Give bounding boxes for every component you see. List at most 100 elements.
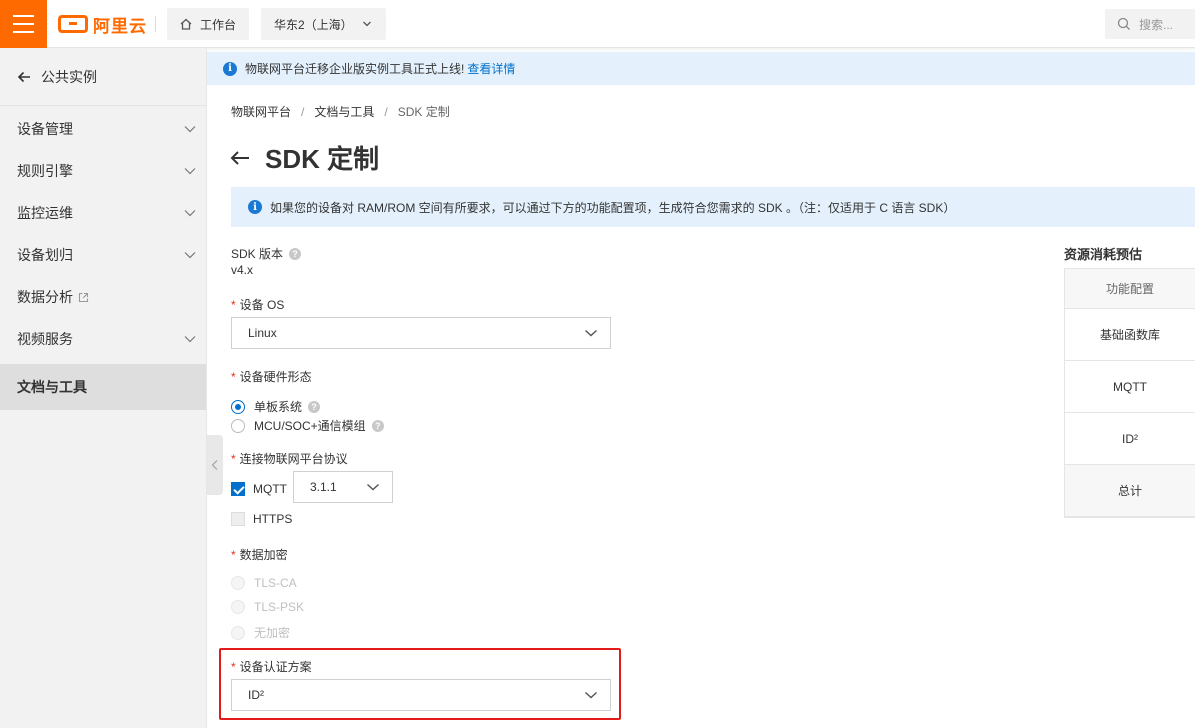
sidebar-item-label: 文档与工具 (17, 379, 87, 395)
radio-label: 单板系统 (254, 400, 303, 414)
checkbox-label: HTTPS (253, 512, 293, 526)
help-icon[interactable]: ? (289, 248, 302, 260)
radio-disabled (231, 576, 245, 590)
region-selector[interactable]: 华东2（上海） (261, 8, 386, 40)
mqtt-version-value: 3.1.1 (310, 480, 337, 494)
workbench-button[interactable]: 工作台 (167, 8, 249, 40)
aliyun-logo-mark (58, 15, 88, 33)
announcement-banner: i 物联网平台迁移企业版实例工具正式上线! 查看详情 (207, 52, 1195, 85)
page-header: SDK 定制 (229, 139, 379, 176)
sidebar-item-docs-tools[interactable]: 文档与工具 (0, 364, 206, 410)
aliyun-logo[interactable]: 阿里云 (58, 13, 147, 37)
chevron-down-icon (184, 210, 196, 217)
logo-text: 阿里云 (93, 16, 147, 37)
auth-select[interactable]: ID² (231, 679, 611, 711)
sdk-version-label: SDK 版本? (231, 245, 302, 262)
encryption-radio-tls-psk: TLS-PSK (231, 600, 304, 614)
top-bar: 阿里云 工作台 华东2（上海） 搜索... (0, 0, 1195, 48)
help-icon[interactable]: ? (371, 419, 384, 432)
resource-table-row: MQTT (1065, 361, 1195, 413)
protocol-checkbox-mqtt[interactable]: MQTT (231, 482, 287, 496)
os-select-value: Linux (248, 326, 277, 340)
sidebar-item-monitoring[interactable]: 监控运维 (0, 192, 206, 234)
page-title: SDK 定制 (265, 144, 380, 174)
protocol-checkbox-https[interactable]: HTTPS (231, 512, 292, 526)
protocol-label: * 连接物联网平台协议 (231, 452, 348, 466)
search-icon (1117, 17, 1130, 30)
resource-table: 功能配置 基础函数库 MQTT ID² 总计 (1064, 268, 1195, 518)
os-label: * 设备 OS (231, 298, 285, 312)
info-icon: i (223, 61, 237, 76)
region-label: 华东2（上海） (274, 17, 353, 32)
tip-text: 如果您的设备对 RAM/ROM 空间有所要求，可以通过下方的功能配置项，生成符合… (270, 200, 956, 215)
resource-table-header: 功能配置 (1065, 269, 1195, 309)
search-input[interactable]: 搜索... (1105, 9, 1195, 39)
os-select[interactable]: Linux (231, 317, 611, 349)
sidebar-back-button[interactable]: 公共实例 (0, 48, 206, 106)
sidebar-item-device-management[interactable]: 设备管理 (0, 108, 206, 150)
divider (155, 16, 156, 32)
mqtt-version-select[interactable]: 3.1.1 (293, 471, 393, 503)
chevron-down-icon (184, 168, 196, 175)
radio-label: 无加密 (254, 626, 291, 640)
hardware-radio-single-board[interactable]: 单板系统? (231, 398, 321, 415)
hardware-label: * 设备硬件形态 (231, 370, 312, 384)
sidebar-item-label: 设备管理 (17, 121, 73, 137)
resource-table-row: 基础函数库 (1065, 309, 1195, 361)
sidebar-item-label: 监控运维 (17, 205, 73, 221)
sidebar-item-label: 视频服务 (17, 331, 73, 347)
chevron-down-icon (363, 21, 371, 27)
radio-checked[interactable] (231, 399, 245, 414)
sidebar-item-label: 设备划归 (17, 247, 73, 263)
help-icon[interactable]: ? (308, 400, 321, 413)
back-arrow-icon[interactable] (229, 149, 251, 167)
sdk-version-label-text: SDK 版本 (231, 247, 284, 261)
chevron-down-icon (585, 691, 597, 699)
radio-unchecked[interactable] (231, 418, 245, 433)
arrow-left-icon (17, 71, 30, 82)
radio-label: TLS-CA (254, 576, 297, 590)
protocol-label-text: 连接物联网平台协议 (239, 452, 348, 466)
hardware-label-text: 设备硬件形态 (239, 370, 312, 384)
radio-label: MCU/SOC+通信模组 (254, 419, 366, 433)
sidebar-item-data-analysis[interactable]: 数据分析 (0, 276, 206, 318)
checkbox-label: MQTT (253, 482, 287, 496)
radio-disabled (231, 600, 245, 614)
checkbox-checked[interactable] (231, 482, 245, 496)
breadcrumb-separator: / (301, 105, 305, 119)
sidebar-item-label: 数据分析 (17, 289, 73, 305)
radio-label: TLS-PSK (254, 600, 305, 614)
chevron-down-icon (184, 336, 196, 343)
sidebar-collapse-handle[interactable] (207, 435, 223, 495)
breadcrumb-item[interactable]: 文档与工具 (314, 105, 374, 119)
announcement-text: 物联网平台迁移企业版实例工具正式上线! (245, 62, 465, 76)
breadcrumb-separator: / (384, 105, 388, 119)
workbench-label: 工作台 (200, 17, 237, 32)
sidebar: 公共实例 设备管理 规则引擎 监控运维 设备划归 数据分析 视频服务 文档与工具 (0, 48, 207, 728)
radio-disabled (231, 625, 245, 640)
auth-select-value: ID² (248, 688, 264, 702)
info-icon: i (248, 200, 262, 214)
sdk-version-value: v4.x (231, 263, 254, 277)
sidebar-item-video-service[interactable]: 视频服务 (0, 318, 206, 360)
chevron-down-icon (184, 252, 196, 259)
sidebar-back-label: 公共实例 (41, 68, 97, 85)
resource-table-row: ID² (1065, 413, 1195, 465)
resource-table-total: 总计 (1065, 465, 1195, 517)
sidebar-item-rules-engine[interactable]: 规则引擎 (0, 150, 206, 192)
resource-estimate-title: 资源消耗预估 (1064, 247, 1143, 262)
breadcrumb: 物联网平台 / 文档与工具 / SDK 定制 (231, 103, 450, 120)
encryption-label-text: 数据加密 (239, 548, 288, 562)
breadcrumb-item[interactable]: 物联网平台 (231, 105, 291, 119)
checkbox-unchecked[interactable] (231, 512, 245, 526)
sidebar-item-device-assignment[interactable]: 设备划归 (0, 234, 206, 276)
home-icon (180, 18, 192, 30)
auth-label-text: 设备认证方案 (239, 660, 312, 674)
encryption-radio-none: 无加密 (231, 624, 290, 641)
encryption-radio-tls-ca: TLS-CA (231, 576, 297, 590)
os-label-text: 设备 OS (239, 298, 285, 312)
hardware-radio-mcu[interactable]: MCU/SOC+通信模组? (231, 417, 384, 434)
menu-icon[interactable] (0, 0, 47, 48)
sidebar-item-label: 规则引擎 (17, 163, 73, 179)
announcement-link[interactable]: 查看详情 (467, 60, 515, 77)
